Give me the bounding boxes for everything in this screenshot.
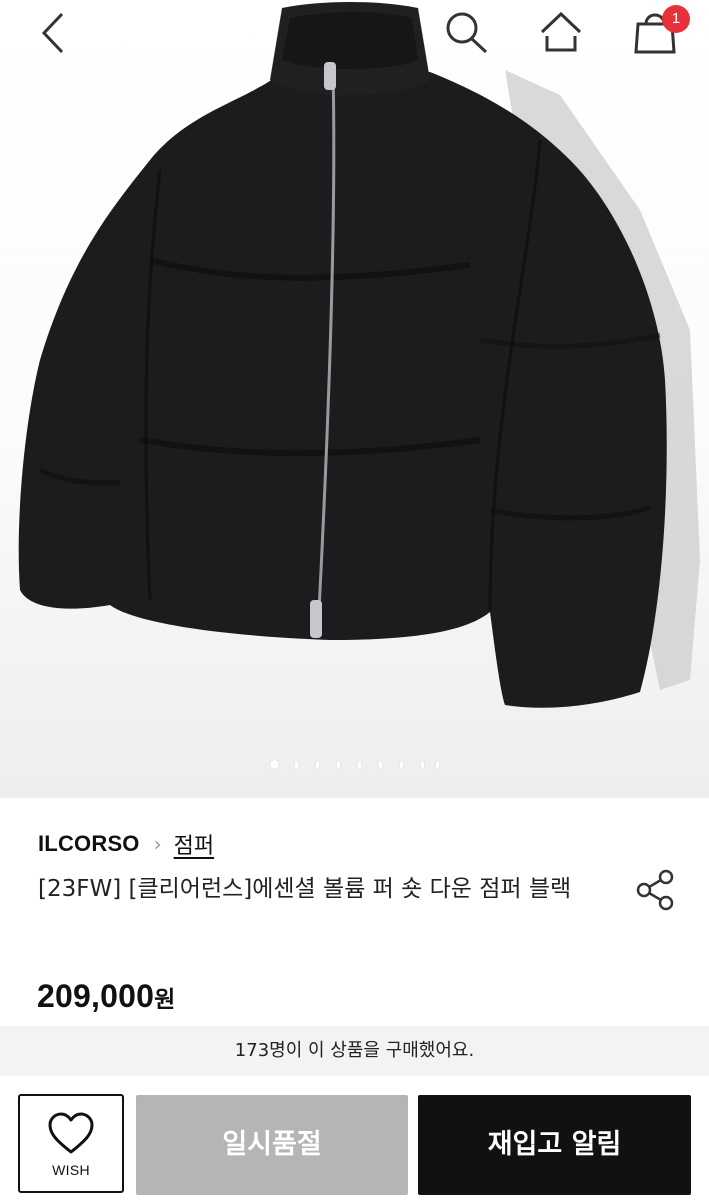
carousel-dot[interactable] bbox=[295, 761, 298, 769]
carousel-dot[interactable] bbox=[379, 761, 382, 769]
breadcrumb: ILCORSO › 점퍼 bbox=[38, 828, 214, 860]
price: 209,000원 bbox=[37, 978, 175, 1015]
heart-icon bbox=[48, 1112, 94, 1154]
carousel-dot[interactable] bbox=[421, 761, 424, 769]
carousel-dot[interactable] bbox=[358, 761, 361, 769]
search-icon[interactable] bbox=[436, 4, 494, 62]
top-navigation-bar: 1 bbox=[0, 0, 709, 70]
product-image bbox=[18, 2, 700, 708]
carousel-dot[interactable] bbox=[316, 761, 319, 769]
carousel-dot[interactable] bbox=[400, 761, 403, 769]
wish-button[interactable]: WISH bbox=[18, 1094, 124, 1193]
cart-count-badge: 1 bbox=[662, 5, 690, 33]
carousel-dot-active[interactable] bbox=[270, 760, 279, 769]
share-icon[interactable] bbox=[632, 866, 680, 914]
product-image-carousel[interactable]: 1 bbox=[0, 0, 709, 798]
price-unit: 원 bbox=[154, 987, 176, 1013]
chevron-left-icon[interactable] bbox=[26, 4, 84, 62]
carousel-dot[interactable] bbox=[436, 761, 439, 769]
carousel-dot[interactable] bbox=[337, 761, 340, 769]
product-title: [23FW] [클리어런스]에센셜 볼륨 퍼 숏 다운 점퍼 블랙 bbox=[38, 876, 572, 902]
chevron-right-icon: › bbox=[153, 832, 162, 856]
wish-label: WISH bbox=[52, 1162, 90, 1178]
category-link[interactable]: 점퍼 bbox=[174, 828, 214, 860]
soldout-button[interactable]: 일시품절 bbox=[136, 1095, 408, 1195]
home-icon[interactable] bbox=[532, 4, 590, 62]
bottom-action-bar: WISH 일시품절 재입고 알림 bbox=[0, 1076, 709, 1200]
price-value: 209,000 bbox=[37, 978, 155, 1014]
brand-link[interactable]: ILCORSO bbox=[38, 831, 140, 857]
purchase-count-banner: 173명이 이 상품을 구매했어요. bbox=[0, 1026, 709, 1076]
restock-alert-button[interactable]: 재입고 알림 bbox=[418, 1095, 691, 1195]
